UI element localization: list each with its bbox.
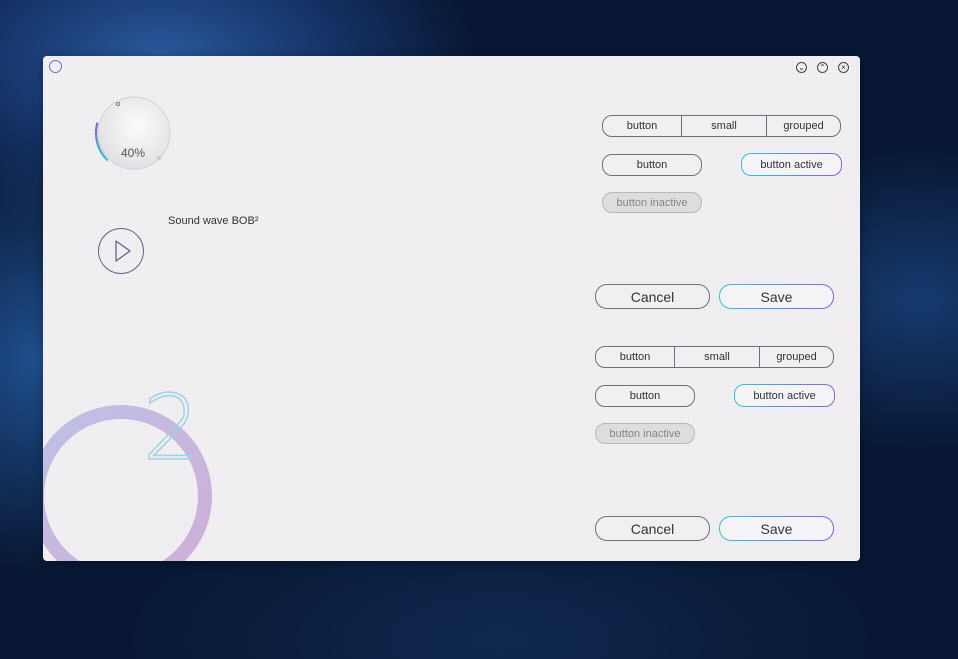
group-small[interactable]: small [681, 116, 766, 136]
group-grouped[interactable]: grouped [759, 347, 833, 367]
cancel-button[interactable]: Cancel [595, 284, 710, 309]
save-button[interactable]: Save [719, 284, 834, 309]
app-window: ⌄ ⌃ × 40% Sound wave BOB² 2 button small… [43, 56, 860, 561]
cancel-button[interactable]: Cancel [595, 516, 710, 541]
close-icon[interactable]: × [838, 62, 849, 73]
button-group-2: button small grouped [595, 346, 834, 368]
button[interactable]: button [595, 385, 695, 407]
minimize-icon[interactable]: ⌄ [796, 62, 807, 73]
dial-value: 40% [121, 146, 146, 160]
group-button[interactable]: button [596, 347, 674, 367]
volume-dial[interactable] [93, 92, 175, 174]
group-grouped[interactable]: grouped [766, 116, 840, 136]
button-group-1: button small grouped [602, 115, 841, 137]
button-active[interactable]: button active [734, 384, 835, 407]
decorative-logo: 2 [43, 375, 212, 561]
svg-text:2: 2 [143, 376, 200, 481]
button-inactive[interactable]: button inactive [602, 192, 702, 213]
group-small[interactable]: small [674, 347, 759, 367]
save-button[interactable]: Save [719, 516, 834, 541]
sound-waveform[interactable] [168, 222, 566, 282]
group-button[interactable]: button [603, 116, 681, 136]
button[interactable]: button [602, 154, 702, 176]
app-logo-icon [49, 60, 62, 73]
button-inactive[interactable]: button inactive [595, 423, 695, 444]
play-button[interactable] [98, 228, 144, 274]
maximize-icon[interactable]: ⌃ [817, 62, 828, 73]
button-active[interactable]: button active [741, 153, 842, 176]
play-icon [115, 240, 131, 262]
